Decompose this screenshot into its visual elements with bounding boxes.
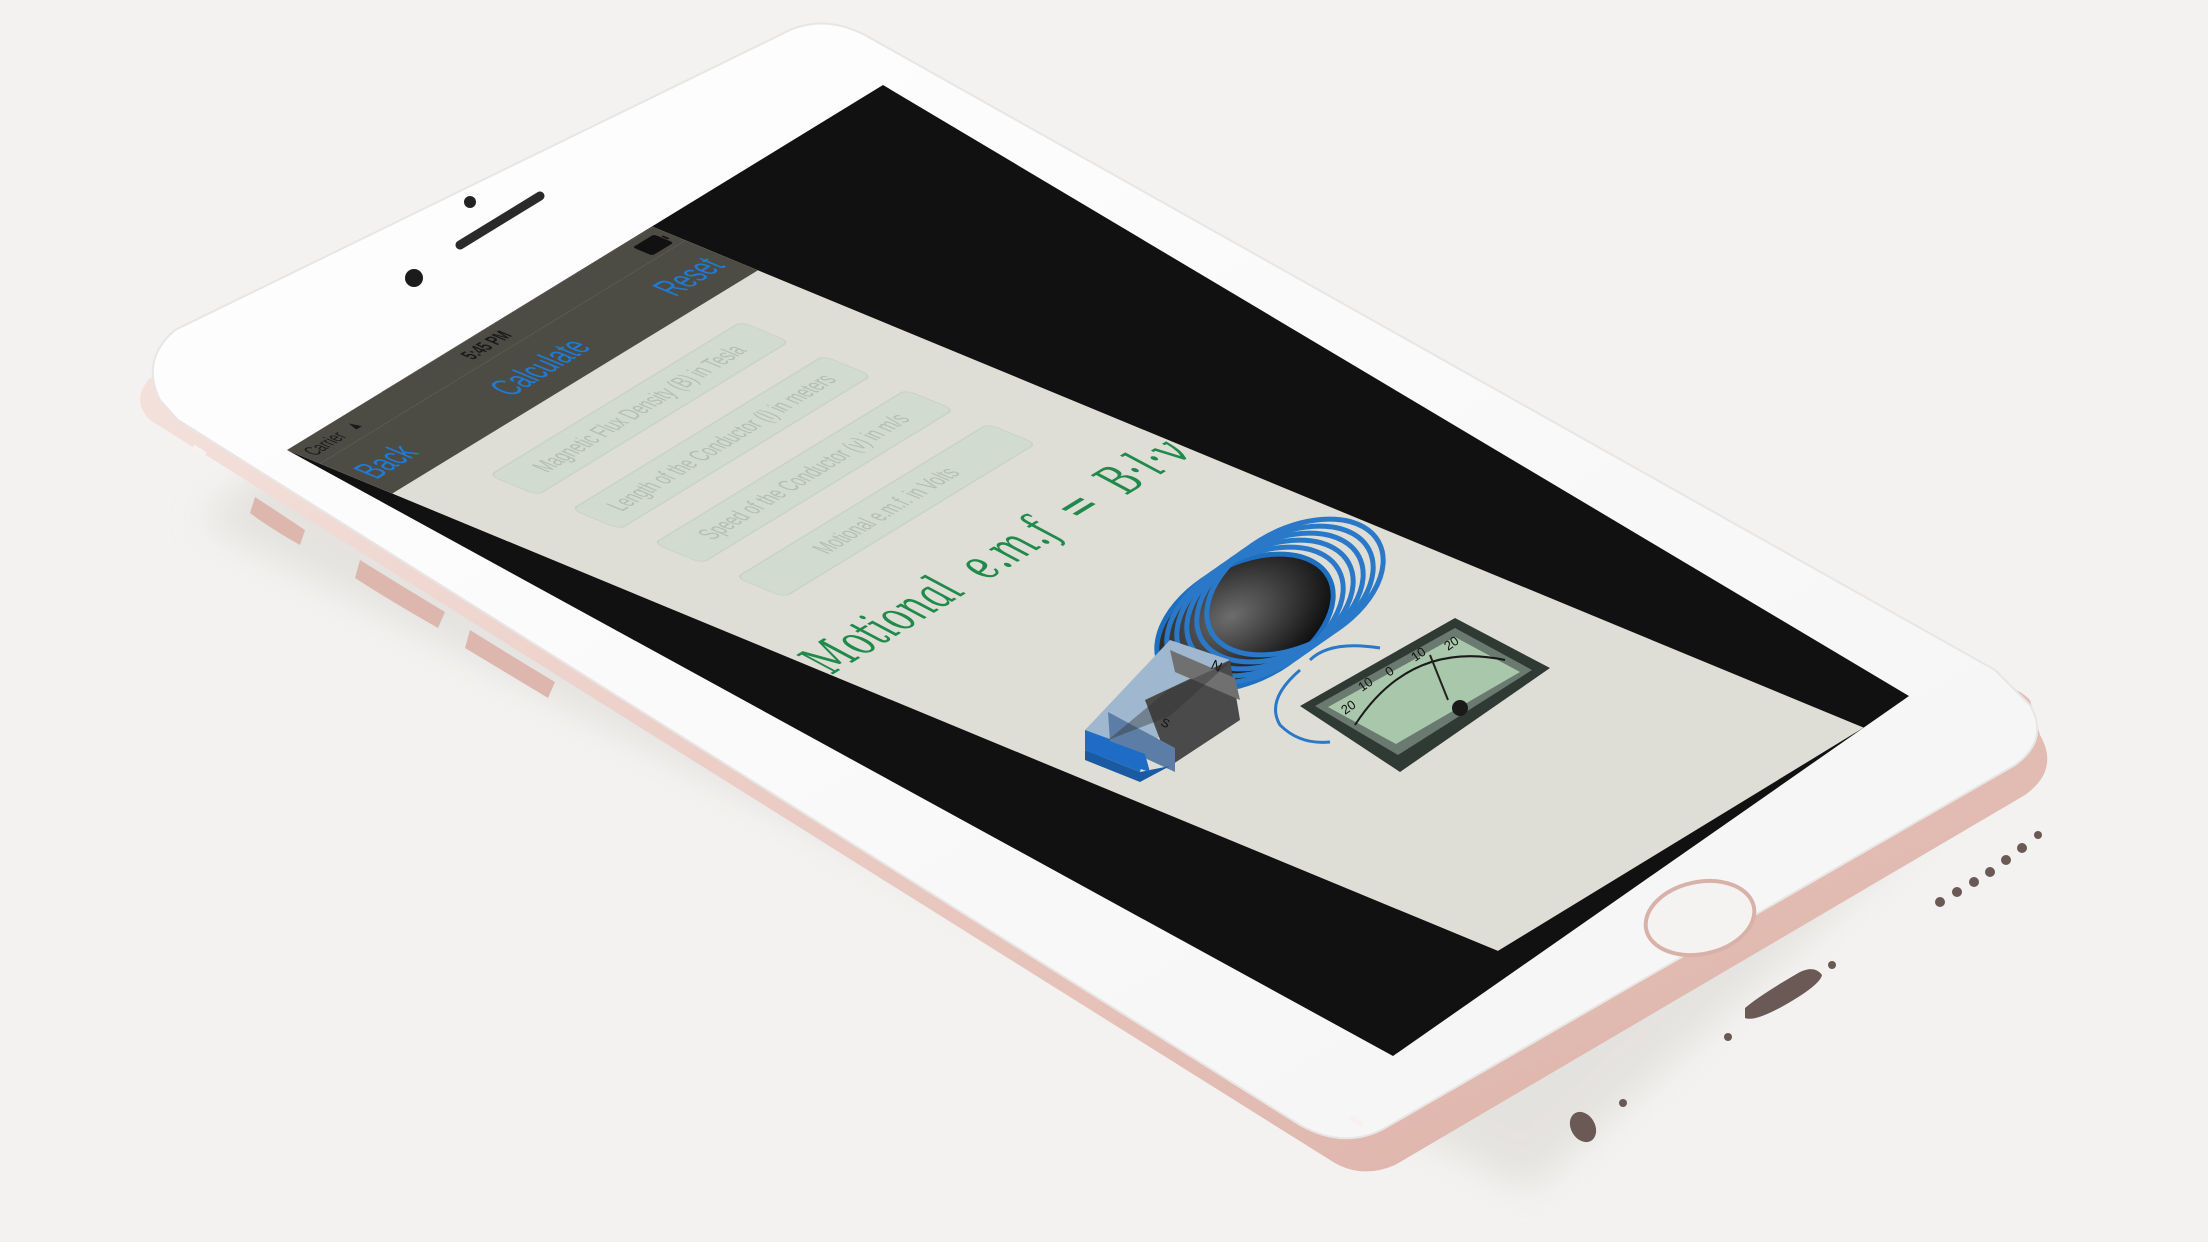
scene: Carrier ▲ 5:45 PM Back Calculate Reset M… — [0, 0, 2208, 1242]
galvanometer: 20 10 0 10 20 — [1300, 618, 1550, 772]
bar-magnet: N S — [1085, 640, 1240, 782]
induction-illustration: N S 20 10 0 10 20 — [1085, 516, 1550, 782]
wire-top — [1308, 644, 1381, 662]
